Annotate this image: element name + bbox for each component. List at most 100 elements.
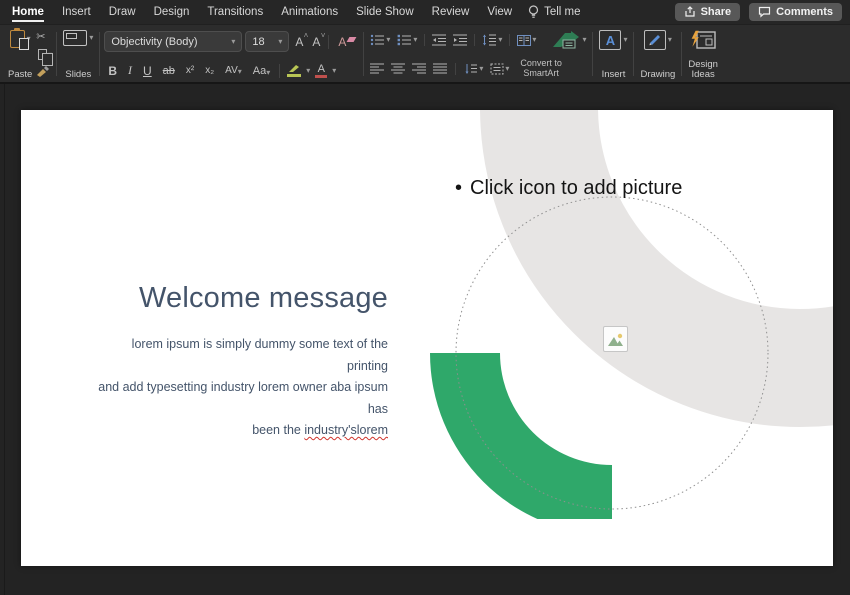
align-center-button[interactable]: [389, 63, 407, 74]
align-left-button[interactable]: [368, 63, 386, 74]
share-button[interactable]: Share: [675, 3, 741, 21]
grow-font-letter: A: [295, 35, 303, 49]
chevron-down-icon: ▾: [479, 65, 483, 73]
line-spacing-button[interactable]: ▾: [480, 34, 504, 46]
chevron-down-icon[interactable]: ▾: [332, 67, 336, 75]
insert-textbox-icon: A: [599, 30, 621, 50]
placeholder-text: Click icon to add picture: [470, 177, 682, 200]
shrink-font-letter: A: [312, 35, 320, 49]
new-slide-icon: [63, 30, 87, 46]
paste-icon: [10, 30, 25, 48]
text-direction-button[interactable]: ▾: [462, 63, 485, 75]
design-ideas-label-line2: Ideas: [691, 69, 714, 80]
scissors-icon: ✂: [36, 31, 45, 43]
subscript-button[interactable]: x₂: [201, 65, 218, 76]
align-text-button[interactable]: ▾: [488, 63, 511, 75]
drawing-button[interactable]: ▾ Drawing: [638, 27, 677, 81]
format-painter-icon: [36, 66, 49, 77]
lightbulb-icon: [528, 5, 539, 19]
slide-title[interactable]: Welcome message: [101, 282, 388, 315]
format-painter-button[interactable]: [36, 66, 52, 77]
body-line-3-prefix: been the: [252, 423, 304, 437]
menu-item-transitions[interactable]: Transitions: [207, 2, 263, 22]
eraser-icon: [347, 37, 357, 42]
chevron-down-icon: ▾: [505, 65, 509, 73]
body-line-3: been the industry'slorem: [88, 420, 388, 442]
character-spacing-button[interactable]: AV ▾: [221, 65, 246, 76]
green-arc: [430, 353, 612, 535]
chevron-down-icon[interactable]: ▾: [306, 67, 310, 75]
numbered-list-icon: [397, 34, 412, 46]
menu-item-slide-show[interactable]: Slide Show: [356, 2, 414, 22]
tell-me[interactable]: Tell me: [528, 5, 580, 19]
paste-button[interactable]: ▾ Paste: [6, 27, 34, 81]
copy-icon: [38, 49, 47, 60]
superscript-button[interactable]: x²: [182, 65, 198, 76]
convert-smartart-button[interactable]: ▾: [549, 31, 588, 49]
chevron-down-icon[interactable]: ▾: [623, 36, 627, 44]
chevron-down-icon[interactable]: ▾: [668, 36, 672, 44]
numbering-button[interactable]: ▾: [395, 34, 419, 46]
menu-item-insert[interactable]: Insert: [62, 2, 91, 22]
menu-item-view[interactable]: View: [487, 2, 512, 22]
add-picture-button[interactable]: [603, 326, 628, 352]
align-right-button[interactable]: [410, 63, 428, 74]
bold-button[interactable]: B: [104, 64, 121, 78]
increase-indent-button[interactable]: [451, 34, 469, 46]
design-ideas-icon: [690, 30, 716, 50]
bullets-button[interactable]: ▾: [368, 34, 392, 46]
chevron-down-icon: ▾: [413, 36, 417, 44]
tell-me-label: Tell me: [544, 6, 580, 18]
font-size-select[interactable]: 18 ▾: [245, 31, 289, 52]
shrink-font-button[interactable]: A˅: [309, 35, 323, 49]
body-line-2: and add typesetting industry lorem owner…: [88, 377, 388, 420]
menu-item-home[interactable]: Home: [12, 2, 44, 22]
menu-item-review[interactable]: Review: [432, 2, 470, 22]
decrease-indent-button[interactable]: [430, 34, 448, 46]
comments-label: Comments: [776, 6, 833, 18]
font-color-button[interactable]: A: [313, 64, 329, 78]
chevron-down-icon: ▾: [278, 38, 282, 46]
copy-button[interactable]: ▾: [36, 49, 52, 60]
underline-button[interactable]: U: [139, 64, 156, 78]
chevron-down-icon: ▾: [386, 36, 390, 44]
clear-formatting-button[interactable]: A: [334, 35, 359, 49]
menu-item-design[interactable]: Design: [154, 2, 190, 22]
strikethrough-button[interactable]: ab: [159, 65, 179, 77]
text-direction-icon: [464, 63, 478, 75]
menu-item-animations[interactable]: Animations: [281, 2, 338, 22]
menu-items: Home Insert Draw Design Transitions Animation…: [8, 2, 526, 22]
chevron-down-icon: ▾: [532, 36, 536, 44]
font-color-letter: A: [318, 64, 325, 74]
editor-canvas: • Click icon to add picture Welcome mess…: [0, 84, 850, 595]
insert-button[interactable]: A ▾ Insert: [597, 27, 629, 81]
slide-body-text[interactable]: lorem ipsum is simply dummy some text of…: [88, 334, 388, 442]
slide[interactable]: • Click icon to add picture Welcome mess…: [21, 110, 833, 566]
design-ideas-button[interactable]: Design Ideas: [686, 27, 720, 81]
char-spacing-label: AV: [225, 65, 238, 76]
columns-icon: [517, 35, 531, 46]
justify-icon: [433, 63, 447, 74]
change-case-button[interactable]: Aa ▾: [249, 65, 274, 77]
font-name-select[interactable]: Objectivity (Body) ▾: [104, 31, 242, 52]
menu-item-draw[interactable]: Draw: [109, 2, 136, 22]
justify-button[interactable]: [431, 63, 449, 74]
gray-arc: [539, 110, 833, 368]
columns-button[interactable]: ▾: [515, 35, 538, 46]
grow-font-button[interactable]: A˄: [292, 35, 306, 49]
cut-button[interactable]: ✂: [36, 31, 52, 43]
align-text-icon: [490, 63, 504, 75]
chevron-down-icon: ▾: [266, 69, 270, 77]
bullet-list-icon: [370, 34, 385, 46]
increase-indent-icon: [453, 34, 467, 46]
comments-button[interactable]: Comments: [749, 3, 842, 21]
font-size-value: 18: [252, 36, 264, 48]
align-left-icon: [370, 63, 384, 74]
italic-button[interactable]: I: [124, 63, 136, 78]
slides-button[interactable]: ▾ Slides: [61, 27, 95, 81]
body-line-1: lorem ipsum is simply dummy some text of…: [88, 334, 388, 377]
smartart-label-line2: SmartArt: [523, 69, 559, 79]
decrease-indent-icon: [432, 34, 446, 46]
highlight-color-button[interactable]: [285, 64, 303, 77]
chevron-down-icon[interactable]: ▾: [89, 34, 93, 42]
